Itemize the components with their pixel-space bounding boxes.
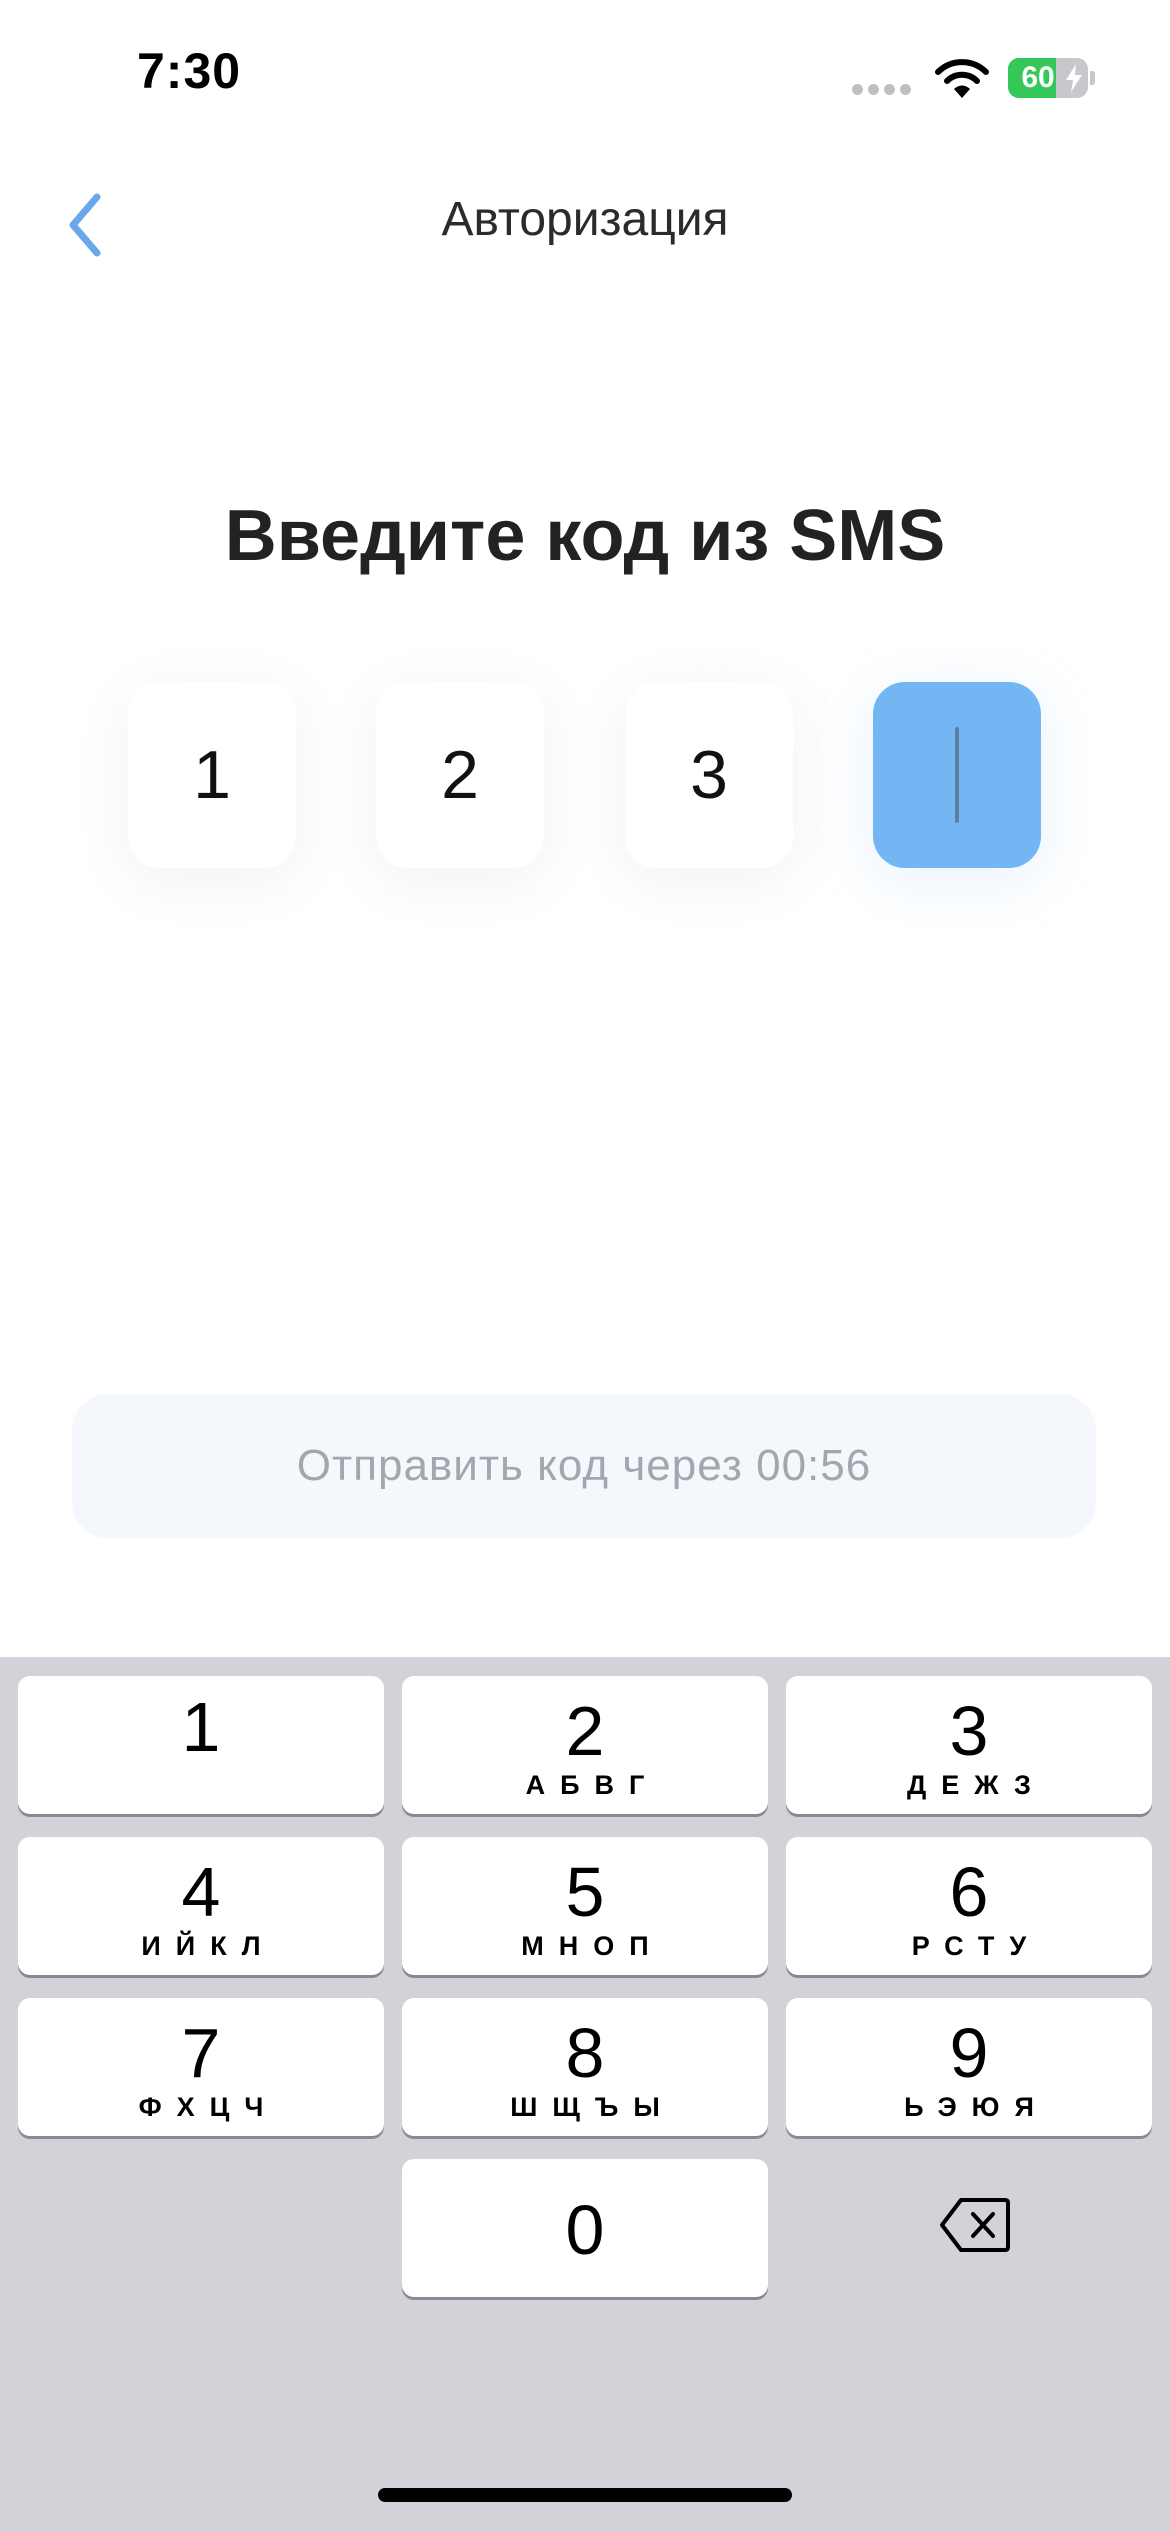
nav-title: Авторизация <box>441 193 729 246</box>
key-letters: ЬЭЮЯ <box>904 2092 1049 2122</box>
key-digit: 1 <box>181 1688 221 1766</box>
key-letters: ШЩЪЫ <box>510 2092 675 2122</box>
status-time: 7:30 <box>137 43 242 99</box>
text-cursor <box>955 727 959 823</box>
key-letters: РСТУ <box>911 1931 1042 1961</box>
battery-level: 60 <box>1021 61 1055 94</box>
key-digit: 2 <box>565 1692 605 1770</box>
key-0[interactable]: 0 <box>402 2159 768 2297</box>
key-digit: 5 <box>565 1853 605 1931</box>
key-2[interactable]: 2 АБВГ <box>402 1676 768 1814</box>
code-cell-4[interactable] <box>873 682 1041 868</box>
key-9[interactable]: 9 ЬЭЮЯ <box>786 1998 1152 2136</box>
backspace-icon <box>940 2198 1010 2252</box>
resend-code-button[interactable]: Отправить код через 00:56 <box>72 1394 1096 1538</box>
wifi-icon <box>935 59 989 98</box>
code-cell-2[interactable]: 2 <box>376 682 544 868</box>
key-5[interactable]: 5 МНОП <box>402 1837 768 1975</box>
key-6[interactable]: 6 РСТУ <box>786 1837 1152 1975</box>
key-4[interactable]: 4 ИЙКЛ <box>18 1837 384 1975</box>
key-digit: 0 <box>565 2191 605 2269</box>
key-8[interactable]: 8 ШЩЪЫ <box>402 1998 768 2136</box>
key-letters: ДЕЖЗ <box>907 1770 1046 1800</box>
signal-dots-icon <box>852 84 914 96</box>
key-1[interactable]: 1 <box>18 1676 384 1814</box>
key-digit: 9 <box>949 2014 989 2092</box>
key-letters: ИЙКЛ <box>141 1931 276 1961</box>
battery-cap <box>1090 71 1095 85</box>
key-letters: МНОП <box>521 1931 664 1961</box>
code-cell-3[interactable]: 3 <box>625 682 793 868</box>
key-digit: 7 <box>181 2014 221 2092</box>
key-digit: 3 <box>949 1692 989 1770</box>
charging-bolt-icon <box>1066 64 1082 92</box>
delete-key[interactable] <box>910 2160 1040 2290</box>
page-title: Введите код из SMS <box>224 496 946 576</box>
battery-icon: 60 <box>1008 58 1088 98</box>
key-digit: 4 <box>181 1853 221 1931</box>
code-cell-1[interactable]: 1 <box>128 682 296 868</box>
key-digit: 8 <box>565 2014 605 2092</box>
key-letters: АБВГ <box>525 1770 660 1800</box>
key-3[interactable]: 3 ДЕЖЗ <box>786 1676 1152 1814</box>
home-indicator <box>378 2488 792 2502</box>
key-letters: ФХЦЧ <box>138 2092 279 2122</box>
key-digit: 6 <box>949 1853 989 1931</box>
key-7[interactable]: 7 ФХЦЧ <box>18 1998 384 2136</box>
